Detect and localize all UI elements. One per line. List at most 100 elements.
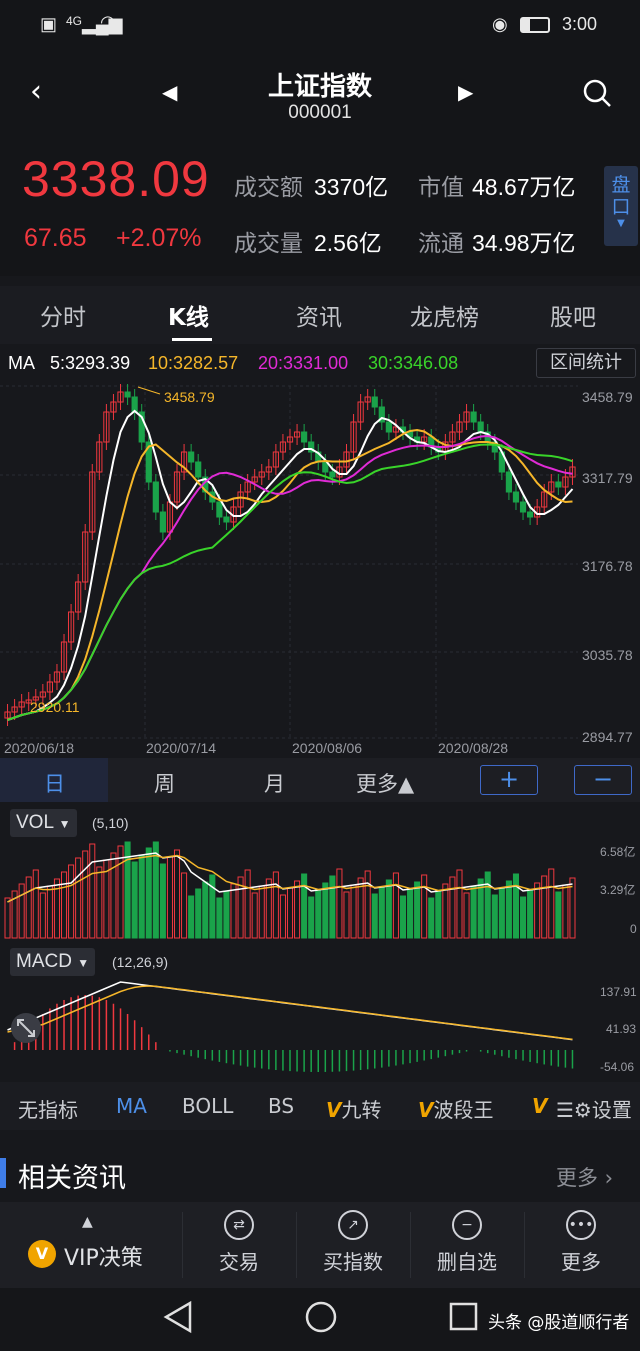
more-button[interactable]: ••• 更多 [524,1210,638,1275]
nav-home-icon[interactable] [304,1300,338,1334]
x-label: 2020/07/14 [146,740,216,756]
macd-params: (12,26,9) [112,954,169,970]
range-stats-button[interactable]: 区间统计 [536,348,636,378]
zoom-in-button[interactable]: + [480,765,538,795]
sim-icon: ▣ [40,14,58,34]
volume-label: 成交量 [234,231,303,257]
indicator-bs[interactable]: BS [268,1094,294,1118]
vol-y-label: 0 [630,922,637,936]
candle [519,501,527,513]
kline-chart[interactable]: 3458.79 3317.79 3176.78 3035.78 2894.77 … [0,382,640,758]
eye-icon: ◉ [492,14,508,34]
indicator-settings[interactable]: ☰⚙设置 [556,1094,632,1123]
volume-bar [512,873,520,939]
volume-bar [527,889,534,939]
macd-selector[interactable]: MACD ▼ [10,948,96,976]
volume-bar [421,874,428,939]
vol-selector[interactable]: VOL ▼ [10,809,77,837]
trade-icon: ⇄ [224,1210,254,1240]
zoom-out-button[interactable]: − [574,765,632,795]
x-label: 2020/08/28 [438,740,508,756]
volume-bar [173,849,181,939]
period-day[interactable]: 日 [44,768,65,798]
vol-params: (5,10) [92,815,129,831]
news-more-link[interactable]: 更多 › [556,1162,613,1192]
volume-bar [322,882,329,939]
fullscreen-icon[interactable] [11,1013,41,1043]
volume-bar [371,893,378,939]
volume-bar [181,872,188,939]
volume-bar [364,870,371,939]
candle [526,511,534,518]
next-stock-icon[interactable]: ▶ [458,80,473,104]
volume-bar [279,894,286,939]
volume-bar [216,897,223,939]
volume-value: 2.56亿 [314,230,382,256]
period-week[interactable]: 周 [154,768,175,798]
price-change-pct: +2.07% [116,224,202,252]
tab-timeshare[interactable]: 分时 [40,298,86,332]
ma5-value: 5:3293.39 [50,353,131,373]
candle [159,511,166,533]
y-label: 2894.77 [582,729,633,745]
indicator-boduanwang[interactable]: V波段王 [418,1094,493,1123]
vip-v-icon: V [418,1098,434,1122]
trade-button[interactable]: ⇄ 交易 [182,1210,296,1275]
volume-bar [294,880,301,939]
high-pointer [137,386,161,395]
ma10-value: 10:3282.57 [148,353,239,373]
candle [152,481,159,513]
candle [470,411,477,423]
volume-bar [534,882,541,939]
buy-index-button[interactable]: ↗ 买指数 [296,1210,410,1275]
volume-bar [315,889,322,939]
pankou-button[interactable]: 盘口 ▼ [604,166,638,246]
tab-dragon-tiger[interactable]: 龙虎榜 [410,298,479,332]
caret-down-icon: ▼ [58,817,71,831]
expand-up-icon[interactable]: ▲ [82,1214,93,1230]
period-month[interactable]: 月 [264,768,285,798]
volume-bar [202,881,209,939]
tab-underline [172,338,212,341]
volume-bar [230,883,237,939]
volume-bar [286,887,294,939]
volume-bar [562,884,569,939]
indicator-boll[interactable]: BOLL [182,1094,233,1118]
candle [124,391,131,398]
volume-bar [456,869,463,939]
y-label: 3458.79 [582,389,633,405]
nav-recents-icon[interactable] [448,1301,480,1333]
nav-back-icon[interactable] [162,1300,194,1334]
volume-bar [463,892,470,939]
macd-chart[interactable]: 137.91 41.93 -54.06 [0,978,640,1082]
tab-news[interactable]: 资讯 [296,298,342,332]
clock: 3:00 [562,14,598,34]
tab-kline[interactable]: K线 [168,298,209,332]
volume-bar [166,856,173,939]
volume-bar [223,890,230,939]
volume-bar [272,871,279,939]
tab-forum[interactable]: 股吧 [550,298,596,332]
indicator-none[interactable]: 无指标 [18,1094,78,1123]
volume-chart[interactable]: 6.58亿 3.29亿 0 [0,840,640,942]
indicator-ma[interactable]: MA [116,1094,147,1118]
search-icon[interactable] [582,78,612,108]
volume-bar [442,883,449,939]
volume-bar [18,883,25,939]
related-news-header[interactable]: 相关资讯 更多 › [0,1140,640,1202]
ma20-value: 20:3331.00 [258,353,349,373]
high-annotation: 3458.79 [164,389,215,405]
section-marker [0,1158,6,1188]
turnover-label: 成交额 [234,175,303,201]
candle [195,461,202,478]
volume-bar [32,869,39,939]
volume-bar [60,871,68,939]
volume-bar [209,874,216,939]
volume-bar [188,895,195,939]
indicator-jiuzhuan[interactable]: V九转 [326,1094,381,1123]
volume-bar [89,843,96,939]
period-more[interactable]: 更多▲ [356,768,414,798]
x-label: 2020/06/18 [4,740,74,756]
remove-watchlist-button[interactable]: − 删自选 [410,1210,524,1275]
y-label: 3176.78 [582,558,633,574]
